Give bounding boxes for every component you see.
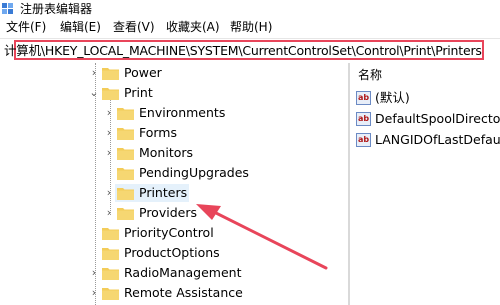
folder-icon (117, 148, 134, 160)
menu-view[interactable]: 查看(V) (113, 18, 155, 36)
chevron-right-icon[interactable]: › (103, 123, 115, 143)
address-path[interactable]: 计算机\HKEY_LOCAL_MACHINE\SYSTEM\CurrentCon… (4, 42, 482, 60)
chevron-right-icon[interactable]: › (88, 283, 100, 303)
folder-icon (102, 268, 119, 280)
string-value-icon: ab (356, 112, 371, 126)
chevron-right-icon[interactable]: › (88, 63, 100, 83)
title-bar: 注册表编辑器 (0, 0, 500, 18)
folder-icon (117, 108, 134, 120)
folder-icon (117, 188, 134, 200)
address-bar[interactable]: 计算机\HKEY_LOCAL_MACHINE\SYSTEM\CurrentCon… (0, 38, 500, 64)
folder-open-icon (102, 88, 119, 100)
folder-icon (102, 248, 119, 260)
key-tree[interactable]: › Power ⌄ Print › Environments › Forms ›… (0, 63, 348, 305)
menu-bar: 文件(F) 编辑(E) 查看(V) 收藏夹(A) 帮助(H) (0, 18, 500, 36)
chevron-right-icon[interactable]: › (103, 143, 115, 163)
folder-icon (102, 68, 119, 80)
menu-file[interactable]: 文件(F) (6, 18, 46, 36)
registry-editor-icon (2, 3, 13, 14)
folder-icon (102, 228, 119, 240)
chevron-right-icon[interactable]: › (103, 203, 115, 223)
string-value-icon: ab (356, 133, 371, 147)
chevron-right-icon[interactable]: › (103, 183, 115, 203)
values-pane[interactable]: 名称 ab (默认) ab DefaultSpoolDirector ab LA… (350, 63, 500, 305)
folder-icon (117, 208, 134, 220)
column-header-name[interactable]: 名称 (358, 66, 382, 84)
folder-icon (102, 288, 119, 300)
folder-icon (117, 168, 134, 180)
string-value-icon: ab (356, 91, 371, 105)
menu-favorites[interactable]: 收藏夹(A) (166, 18, 220, 36)
window-title: 注册表编辑器 (20, 2, 93, 16)
menu-edit[interactable]: 编辑(E) (60, 18, 101, 36)
menu-help[interactable]: 帮助(H) (230, 18, 272, 36)
folder-icon (117, 128, 134, 140)
chevron-right-icon[interactable]: › (88, 263, 100, 283)
chevron-down-icon[interactable]: ⌄ (88, 83, 100, 103)
chevron-right-icon[interactable]: › (103, 103, 115, 123)
